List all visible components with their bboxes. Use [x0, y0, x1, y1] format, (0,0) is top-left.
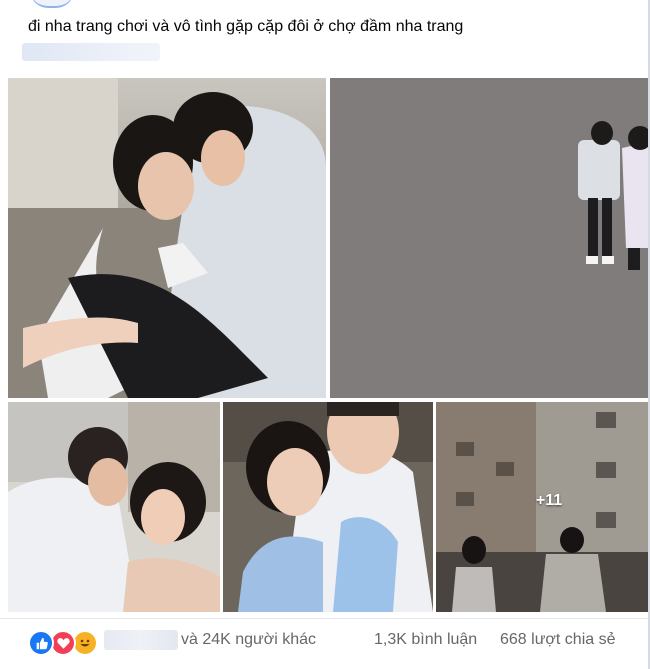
divider — [0, 618, 650, 619]
reaction-summary[interactable] — [28, 630, 108, 656]
photo-5[interactable]: +11 — [436, 402, 650, 612]
photo-1[interactable] — [8, 78, 326, 398]
more-photos-count: +11 — [535, 492, 563, 509]
facebook-post: đi nha trang chơi và vô tình gặp cặp đôi… — [0, 0, 650, 669]
avatar[interactable] — [30, 0, 74, 8]
photo-2[interactable] — [330, 78, 650, 398]
shares-count[interactable]: 668 lượt chia sẻ — [500, 631, 615, 649]
more-photos-overlay[interactable]: +11 — [436, 402, 650, 612]
comments-count[interactable]: 1,3K bình luận — [374, 631, 477, 649]
blurred-text — [22, 43, 160, 61]
photo-4[interactable] — [223, 402, 433, 612]
like-icon — [28, 630, 54, 656]
photo-3[interactable] — [8, 402, 220, 612]
post-caption: đi nha trang chơi và vô tình gặp cặp đôi… — [28, 18, 464, 35]
blurred-name — [104, 630, 178, 650]
reactions-count[interactable]: và 24K người khác — [181, 631, 316, 649]
